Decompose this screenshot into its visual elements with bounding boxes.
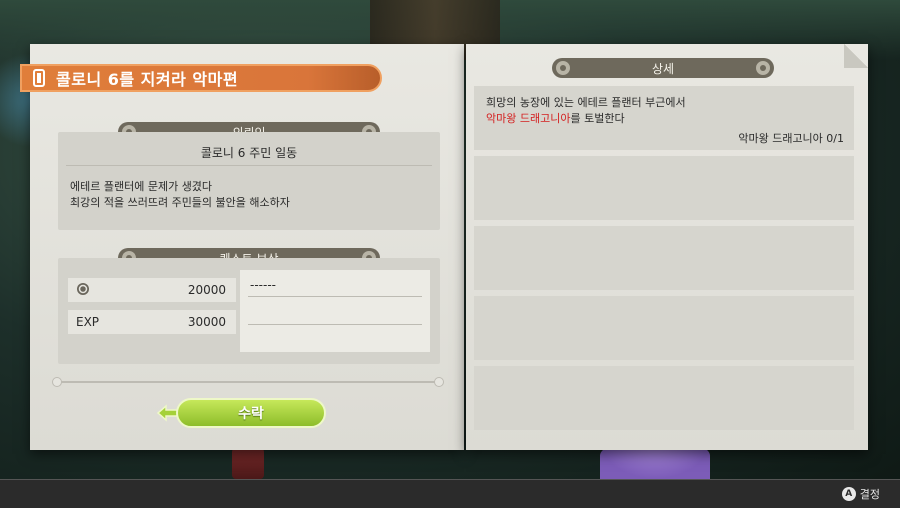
accept-button-label: 수락	[238, 406, 264, 422]
character-legs	[232, 448, 264, 479]
reward-items-list: ------	[240, 270, 430, 352]
accept-button[interactable]: 수락	[176, 398, 326, 428]
detail-empty-slot	[474, 226, 854, 290]
reward-item-divider	[248, 296, 422, 297]
detail-empty-slot	[474, 156, 854, 220]
detail-empty-slot	[474, 296, 854, 360]
detail-panel: 상세 희망의 농장에 있는 에테르 플랜터 부근에서 악마왕 드래고니아를 토벌…	[466, 44, 868, 450]
detail-line-1: 희망의 농장에 있는 에테르 플랜터 부근에서	[486, 96, 686, 109]
reward-row-exp: EXP 30000	[68, 310, 236, 334]
detail-objective-box: 희망의 농장에 있는 에테르 플랜터 부근에서 악마왕 드래고니아를 토벌한다 …	[474, 86, 854, 150]
divider-dot	[52, 377, 62, 387]
quest-description-line-1: 에테르 플랜터에 문제가 생겼다	[70, 180, 213, 193]
coin-icon	[76, 282, 90, 299]
detail-empty-slot	[474, 366, 854, 430]
header-knob-right	[754, 59, 772, 77]
detail-line-2-suffix: 를 토벌한다	[570, 112, 625, 125]
quest-description-line-2: 최강의 적을 쓰러뜨려 주민들의 불안을 해소하자	[70, 196, 290, 209]
objective-progress: 악마왕 드래고니아 0/1	[738, 132, 844, 145]
divider-dot	[434, 377, 444, 387]
reward-coin-value: 20000	[187, 283, 226, 297]
detail-line-2: 악마왕 드래고니아를 토벌한다	[486, 110, 625, 126]
reward-item-divider	[248, 324, 422, 325]
client-divider	[66, 165, 432, 166]
reward-exp-label: EXP	[76, 315, 100, 329]
controls-bar: A 결정	[0, 479, 900, 508]
confirm-hint[interactable]: A 결정	[841, 486, 880, 502]
target-name: 악마왕 드래고니아	[486, 112, 571, 125]
quest-scroll-icon	[30, 68, 48, 88]
quest-title-banner: 콜로니 6를 지켜라 악마편	[20, 64, 382, 92]
detail-header-label: 상세	[651, 61, 675, 76]
a-button-icon: A	[841, 487, 856, 501]
reward-box: 20000 EXP 30000 ------	[58, 258, 440, 364]
reward-exp-value: 30000	[187, 315, 226, 329]
quest-panel: 콜로니 6를 지켜라 악마편 의뢰인 콜로니 6 주민 일동 에테르 플랜터에 …	[20, 44, 464, 450]
page-fold	[844, 44, 868, 68]
reward-item: ------	[250, 278, 276, 292]
quest-title: 콜로니 6를 지켜라 악마편	[56, 70, 239, 89]
client-name: 콜로니 6 주민 일동	[200, 146, 298, 160]
header-knob-left	[554, 59, 572, 77]
confirm-hint-label: 결정	[859, 488, 880, 501]
reward-row-coin: 20000	[68, 278, 236, 302]
client-box: 콜로니 6 주민 일동 에테르 플랜터에 문제가 생겼다 최강의 적을 쓰러뜨려…	[58, 132, 440, 230]
detail-header: 상세	[552, 58, 774, 78]
panel-divider	[56, 381, 442, 383]
